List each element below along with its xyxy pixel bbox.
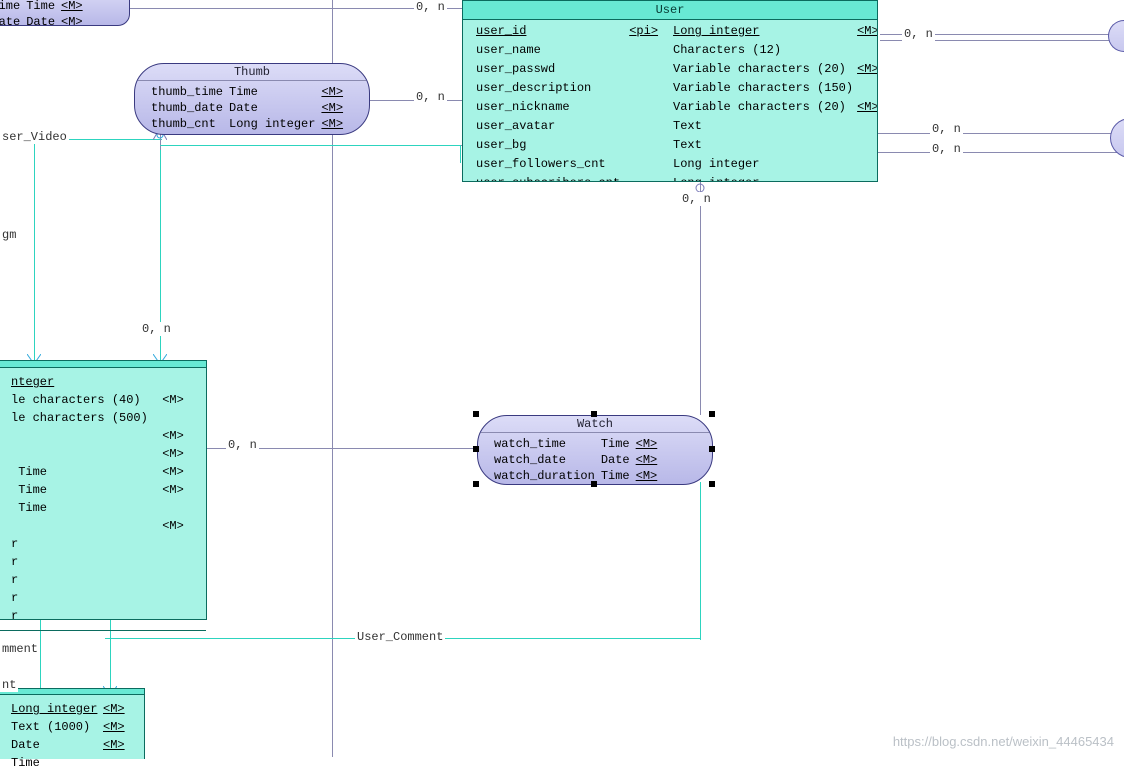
selection-handle[interactable] <box>709 411 715 417</box>
cell: watch_time <box>494 437 599 451</box>
cardinality: 0, n <box>414 90 447 104</box>
label-mment: mment <box>0 642 40 656</box>
cell: thumb_cnt <box>151 117 227 131</box>
cardinality: 0, n <box>414 0 447 14</box>
cell: <M> <box>321 85 347 99</box>
cell: Date <box>26 15 59 26</box>
cardinality: 0, n <box>226 438 259 452</box>
cell: <M> <box>61 0 87 13</box>
selection-handle[interactable] <box>709 481 715 487</box>
entity-partial-top[interactable]: s_time Time <M> s_date Date <M> <box>0 0 130 26</box>
cell: Date <box>601 453 634 467</box>
selection-handle[interactable] <box>473 411 479 417</box>
cardinality: 0, n <box>140 322 173 336</box>
cell: Time <box>601 437 634 451</box>
label-gm: gm <box>0 228 18 242</box>
cell: Time <box>601 469 634 483</box>
cell: <M> <box>636 437 662 451</box>
cell: thumb_date <box>151 101 227 115</box>
cell: watch_date <box>494 453 599 467</box>
cell: Time <box>26 0 59 13</box>
cell: Time <box>229 85 319 99</box>
entity-partial-right[interactable] <box>1108 20 1124 52</box>
watermark: https://blog.csdn.net/weixin_44465434 <box>893 734 1114 749</box>
cell: Long integer <box>229 117 319 131</box>
cell: <M> <box>321 101 347 115</box>
cardinality: 0, n <box>680 192 713 206</box>
label-nt: nt <box>0 678 18 692</box>
entity-comment-partial[interactable]: Long integer<M>Text (1000)<M>Date<M>Time <box>0 688 145 759</box>
cell: thumb_time <box>151 85 227 99</box>
cell: watch_duration <box>494 469 599 483</box>
selection-handle[interactable] <box>591 411 597 417</box>
cell: s_time <box>0 0 24 13</box>
cardinality: 0, n <box>930 122 963 136</box>
cell: <M> <box>636 453 662 467</box>
cell: s_date <box>0 15 24 26</box>
selection-handle[interactable] <box>473 481 479 487</box>
entity-title: User <box>463 1 877 20</box>
cell: Date <box>229 101 319 115</box>
label-user-comment: User_Comment <box>355 630 445 644</box>
cell: <M> <box>636 469 662 483</box>
entity-title: Thumb <box>135 64 369 81</box>
selection-handle[interactable] <box>473 446 479 452</box>
entity-thumb[interactable]: Thumb thumb_time Time <M> thumb_date Dat… <box>134 63 370 135</box>
selection-handle[interactable] <box>709 446 715 452</box>
entity-watch[interactable]: Watch watch_time Time <M> watch_date Dat… <box>477 415 713 485</box>
selection-handle[interactable] <box>591 481 597 487</box>
cell: <M> <box>61 15 87 26</box>
entity-user[interactable]: User user_id<pi>Long integer<M>user_name… <box>462 0 878 182</box>
label-user-video: ser_Video <box>0 130 69 144</box>
cell: <M> <box>321 117 347 131</box>
entity-video-partial[interactable]: ntegerle characters (40) <M>le character… <box>0 360 207 620</box>
entity-title: Watch <box>478 416 712 433</box>
cardinality: 0, n <box>930 142 963 156</box>
cardinality: 0, n <box>902 27 935 41</box>
